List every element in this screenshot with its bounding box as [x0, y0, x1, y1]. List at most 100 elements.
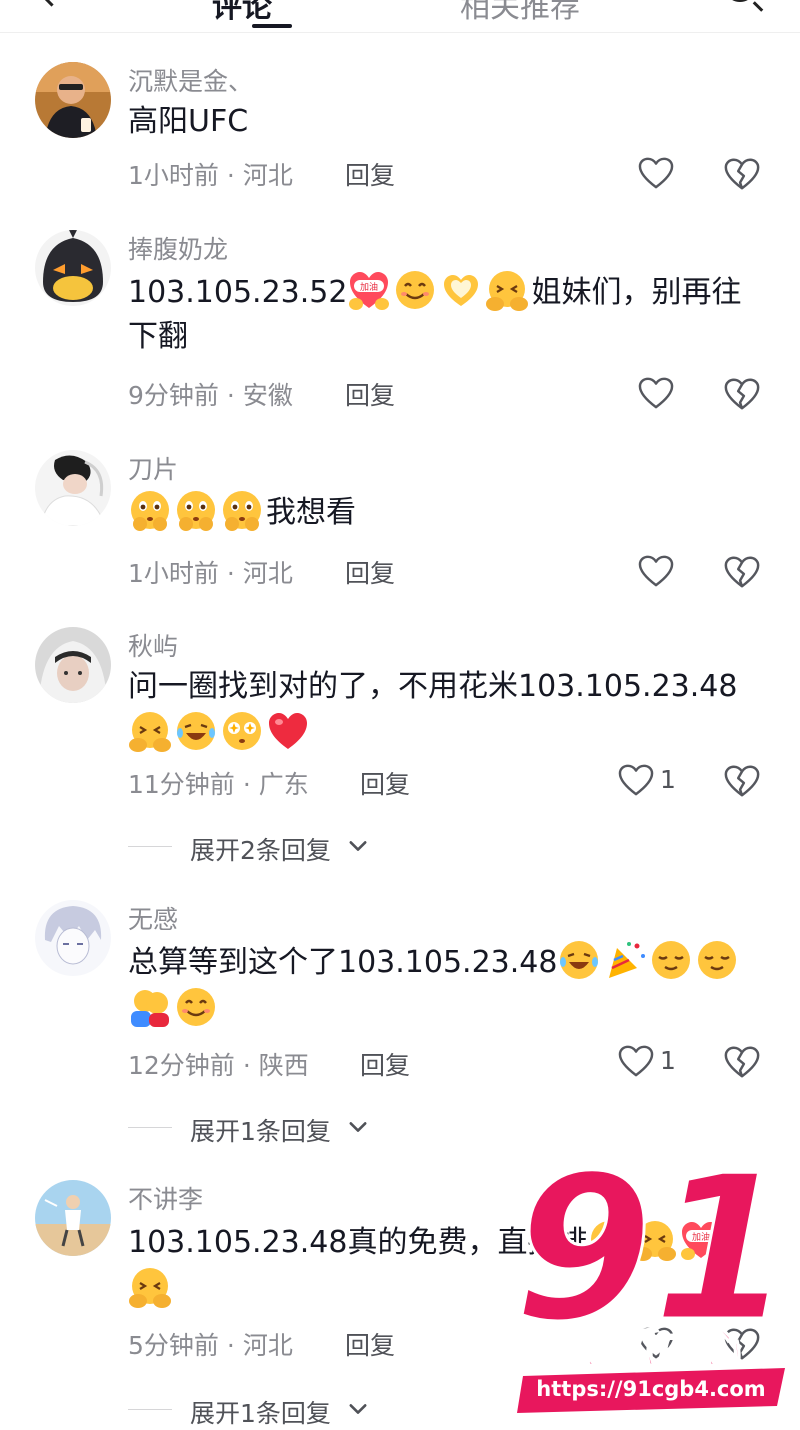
reply-button[interactable]: 回复 — [345, 1326, 395, 1362]
relief-emoji — [695, 938, 739, 982]
red-heart-emoji — [266, 709, 310, 753]
reply-button[interactable]: 回复 — [360, 765, 410, 801]
avatar[interactable] — [35, 450, 111, 526]
smile-emoji — [174, 985, 218, 1029]
comment-location: 河北 — [242, 1331, 293, 1360]
heart-icon[interactable] — [637, 156, 675, 190]
watermark-logo: 91 吃瓜中心 https://91cgb4.com — [515, 1168, 790, 1413]
comment-time: 9分钟前 — [128, 381, 219, 410]
tab-active-indicator — [252, 24, 292, 28]
heart-icon[interactable] — [617, 763, 655, 797]
comment-text: 我想看 — [128, 488, 768, 535]
shy-emoji — [220, 488, 264, 532]
comment-meta: 11分钟前 · 广东 — [128, 770, 309, 799]
smile-emoji — [393, 268, 437, 312]
top-bar: 评论 相关推荐 — [0, 0, 800, 33]
reply-button[interactable]: 回复 — [345, 376, 395, 412]
comment-time: 1小时前 — [128, 161, 219, 190]
comment-text-end: 我想看 — [266, 495, 356, 530]
reply-button[interactable]: 回复 — [360, 1046, 410, 1082]
broken-heart-icon[interactable] — [723, 554, 761, 590]
tab-comments[interactable]: 评论 — [212, 0, 272, 26]
comment-time: 12分钟前 — [128, 1051, 235, 1080]
heart-hands-emoji — [439, 268, 483, 312]
divider-line — [128, 1127, 172, 1128]
chevron-down-icon — [346, 1397, 370, 1421]
comment-text-start: 103.105.23.52 — [128, 275, 348, 310]
expand-replies-label: 展开1条回复 — [190, 1399, 331, 1428]
avatar[interactable] — [35, 230, 111, 306]
heart-icon[interactable] — [637, 376, 675, 410]
username[interactable]: 无感 — [128, 900, 178, 936]
comment-meta: 9分钟前 · 安徽 — [128, 381, 293, 410]
comment-location: 陕西 — [258, 1051, 309, 1080]
comment-text-start: 103.105.23.48真的免费，直接 — [128, 1225, 558, 1260]
heart-icon[interactable] — [637, 554, 675, 588]
reply-button[interactable]: 回复 — [345, 156, 395, 192]
comment-meta: 12分钟前 · 陕西 — [128, 1051, 309, 1080]
comment-location: 河北 — [242, 161, 293, 190]
heart-icon[interactable] — [617, 1044, 655, 1078]
comment-item: 沉默是金、 高阳UFC 1小时前 · 河北 回复 — [0, 62, 800, 202]
shy-emoji — [128, 488, 172, 532]
hug-emoji — [128, 985, 172, 1029]
avatar[interactable] — [35, 62, 111, 138]
comment-item: 捧腹奶龙 103.105.23.52 姐妹们，别再往下翻 9分钟前 · 安徽 回复 — [0, 230, 800, 420]
comment-item: 秋屿 问一圈找到对的了，不用花米103.105.23.48 11分钟前 · 广东 回… — [0, 627, 800, 867]
divider-line — [128, 846, 172, 847]
heart-cheer-emoji — [347, 268, 391, 312]
comment-text: 问一圈找到对的了，不用花米103.105.23.48 — [128, 665, 768, 756]
back-icon[interactable] — [32, 0, 71, 7]
comment-time: 11分钟前 — [128, 770, 235, 799]
laugh-emoji — [557, 938, 601, 982]
star-eyes-emoji — [220, 709, 264, 753]
party-popper-emoji — [603, 938, 647, 982]
comment-location: 安徽 — [242, 381, 293, 410]
username[interactable]: 秋屿 — [128, 627, 178, 663]
broken-heart-icon[interactable] — [723, 156, 761, 192]
comment-text-start: 总算等到这个了103.105.23.48 — [128, 945, 558, 980]
comment-text-line2: 下翻 — [128, 319, 188, 354]
comment-time: 1小时前 — [128, 559, 219, 588]
watermark-name: 吃瓜中心 — [571, 1324, 740, 1373]
comment-location: 河北 — [242, 559, 293, 588]
avatar[interactable] — [35, 1180, 111, 1256]
avatar[interactable] — [35, 900, 111, 976]
tab-related[interactable]: 相关推荐 — [460, 0, 580, 26]
chevron-down-icon — [346, 834, 370, 858]
comment-text-end: 姐妹们，别再往 — [531, 275, 742, 310]
broken-heart-icon[interactable] — [723, 1044, 761, 1080]
username[interactable]: 不讲李 — [128, 1180, 203, 1216]
divider-line — [128, 1409, 172, 1410]
comment-text: 总算等到这个了103.105.23.48 — [128, 938, 768, 1032]
relief-emoji — [649, 938, 693, 982]
username[interactable]: 刀片 — [128, 450, 178, 486]
comment-time: 5分钟前 — [128, 1331, 219, 1360]
comment-text-start: 问一圈找到对的了，不用花米103.105.23.48 — [128, 669, 738, 704]
search-icon[interactable] — [724, 0, 756, 2]
username[interactable]: 沉默是金、 — [128, 62, 253, 98]
like-count: 1 — [660, 1046, 676, 1075]
shy-emoji — [128, 1265, 172, 1309]
comment-item: 无感 总算等到这个了103.105.23.48 12分钟前 · 陕西 回复 1 展开… — [0, 900, 800, 1146]
comment-meta: 5分钟前 · 河北 — [128, 1331, 293, 1360]
comment-text: 103.105.23.52 姐妹们，别再往下翻 — [128, 268, 768, 359]
shy-emoji — [174, 488, 218, 532]
comment-meta: 1小时前 · 河北 — [128, 559, 293, 588]
comment-item: 刀片 我想看 1小时前 · 河北 回复 — [0, 450, 800, 590]
watermark-url: https://91cgb4.com — [536, 1377, 765, 1401]
shy-emoji — [485, 268, 529, 312]
expand-replies-label: 展开1条回复 — [190, 1117, 331, 1146]
broken-heart-icon[interactable] — [723, 763, 761, 799]
comment-location: 广东 — [258, 770, 309, 799]
username[interactable]: 捧腹奶龙 — [128, 230, 228, 266]
expand-replies-label: 展开2条回复 — [190, 836, 331, 865]
reply-button[interactable]: 回复 — [345, 554, 395, 590]
broken-heart-icon[interactable] — [723, 376, 761, 412]
comment-meta: 1小时前 · 河北 — [128, 161, 293, 190]
chevron-down-icon — [346, 1115, 370, 1139]
like-count: 1 — [660, 765, 676, 794]
comment-text: 高阳UFC — [128, 104, 249, 139]
shy-emoji — [128, 709, 172, 753]
avatar[interactable] — [35, 627, 111, 703]
